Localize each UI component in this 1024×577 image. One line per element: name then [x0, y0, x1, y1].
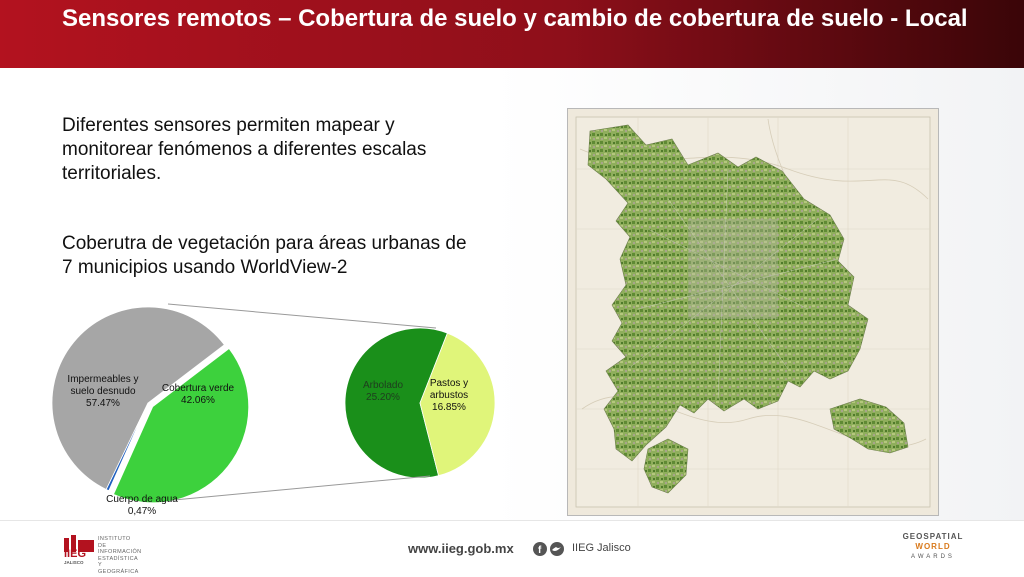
pie-label-cuerpo-agua-text: Cuerpo de agua 0,47%: [106, 494, 178, 517]
pie-label-arbolado-text: Arbolado 25.20%: [362, 380, 404, 403]
pie-label-pastos-text: Pastos y arbustos 16.85%: [429, 378, 469, 413]
title-bar: Sensores remotos – Cobertura de suelo y …: [0, 0, 1024, 68]
iieg-institute-name: INSTITUTO DE INFORMACIÓN ESTADÍSTICA Y G…: [98, 536, 142, 575]
paragraph-coverage: Coberutra de vegetación para áreas urban…: [62, 233, 467, 278]
vegetation-map: [567, 108, 939, 516]
social-icons: f: [533, 542, 564, 556]
iieg-logo-subtext: JALISCO: [64, 560, 84, 565]
social-handle: IIEG Jalisco: [572, 542, 631, 554]
awards-line-3: AWARDS: [911, 554, 955, 560]
map-graphic: [575, 116, 931, 508]
pie-label-cuerpo-agua: Cuerpo de agua 0,47%: [92, 494, 192, 518]
geospatial-awards-logo: GEOSPATIAL WORLD AWARDS: [898, 532, 968, 562]
awards-line-1: GEOSPATIAL: [902, 532, 964, 541]
pie-label-arbolado: Arbolado 25.20%: [350, 380, 416, 404]
pie-label-impermeables: Impermeables y suelo desnudo 57.47%: [58, 374, 148, 410]
pie-label-cobertura-verde-text: Cobertura verde 42.06%: [161, 383, 235, 406]
footer-url-link[interactable]: www.iieg.gob.mx: [408, 541, 514, 556]
pie-label-cobertura-verde: Cobertura verde 42.06%: [155, 383, 241, 407]
pie-label-pastos: Pastos y arbustos 16.85%: [418, 378, 480, 414]
paragraph-sensors: Diferentes sensores permiten mapear y mo…: [62, 115, 427, 184]
awards-line-2: WORLD: [915, 542, 951, 551]
pie-label-impermeables-text: Impermeables y suelo desnudo 57.47%: [67, 374, 139, 409]
page-title: Sensores remotos – Cobertura de suelo y …: [62, 5, 968, 32]
iieg-logo-text: IIEG: [64, 548, 87, 560]
